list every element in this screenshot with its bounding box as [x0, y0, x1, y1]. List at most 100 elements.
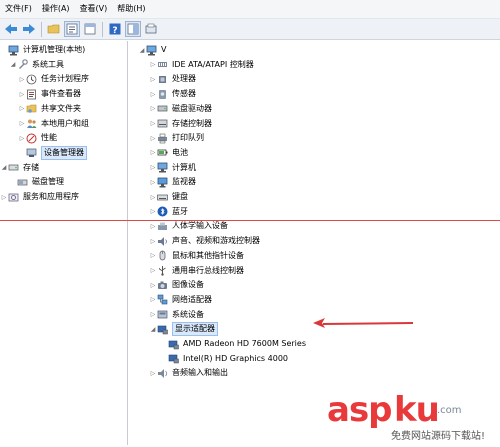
expand-arrow-icon[interactable]: ▷ [149, 208, 157, 215]
back-icon[interactable] [3, 21, 19, 37]
collapse-arrow-icon[interactable]: ◢ [138, 47, 146, 54]
device-tree-item[interactable]: ▷ 磁盘驱动器 [149, 102, 212, 116]
menu-file[interactable]: 文件(F) [0, 0, 37, 18]
device-tree-item[interactable]: ◢ 显示适配器 [149, 322, 218, 337]
menu-help[interactable]: 帮助(H) [112, 0, 150, 18]
panel-icon[interactable] [125, 21, 141, 37]
expand-arrow-icon[interactable]: ▷ [149, 296, 157, 303]
expand-arrow-icon[interactable]: ▷ [149, 238, 157, 245]
console-tree-item[interactable]: ◢ 系统工具 [9, 58, 64, 72]
device-tree-item[interactable]: ▷ 电池 [149, 146, 188, 160]
device-tree-item-label: 人体学输入设备 [172, 221, 228, 231]
expand-arrow-icon[interactable]: ▷ [0, 194, 8, 201]
sensor-icon [157, 89, 168, 100]
console-tree-item[interactable]: ▷ 服务和应用程序 [0, 190, 79, 204]
device-tree-item[interactable]: ◢ V [138, 43, 166, 57]
device-tree-item[interactable]: ▷ 存储控制器 [149, 117, 212, 131]
clock-icon [26, 74, 37, 85]
expand-arrow-icon[interactable]: ▷ [149, 223, 157, 230]
device-tree-item[interactable]: Intel(R) HD Graphics 4000 [160, 352, 288, 366]
collapse-arrow-icon[interactable]: ◢ [149, 326, 157, 333]
pane-icon[interactable] [82, 21, 98, 37]
hid-icon [157, 221, 168, 232]
device-tree-item[interactable]: ▷ 鼠标和其他指针设备 [149, 249, 244, 263]
expand-arrow-icon[interactable]: ▷ [149, 179, 157, 186]
device-tree-item[interactable]: ▷ 图像设备 [149, 278, 204, 292]
device-tree-item-label: Intel(R) HD Graphics 4000 [183, 353, 289, 363]
collapse-arrow-icon[interactable]: ◢ [9, 61, 17, 68]
ide-controller-icon [157, 59, 168, 70]
device-tree-item-label: 监视器 [172, 177, 196, 187]
device-tree-item[interactable]: ▷ 音频输入和输出 [149, 366, 228, 380]
expand-arrow-icon[interactable]: ▷ [18, 135, 26, 142]
expand-arrow-icon[interactable]: ▷ [18, 76, 26, 83]
console-tree-item[interactable]: ▷ 本地用户和组 [18, 117, 89, 131]
expand-arrow-icon[interactable]: ▷ [149, 105, 157, 112]
processor-icon [157, 74, 168, 85]
device-tree-item-label: 显示适配器 [172, 322, 218, 337]
expand-arrow-icon[interactable]: ▷ [18, 91, 26, 98]
device-tree-item-label: 传感器 [172, 89, 196, 99]
expand-arrow-icon[interactable]: ▷ [18, 120, 26, 127]
console-tree-item[interactable]: ▷ 任务计划程序 [18, 72, 89, 86]
device-tree-item[interactable]: ▷ 传感器 [149, 87, 196, 101]
expand-arrow-icon[interactable]: ▷ [149, 282, 157, 289]
collapse-arrow-icon[interactable]: ◢ [0, 164, 8, 171]
device-tree-item[interactable]: ▷ 监视器 [149, 175, 196, 189]
console-tree-item[interactable]: ▷ 共享文件夹 [18, 102, 81, 116]
expand-arrow-icon[interactable]: ▷ [149, 267, 157, 274]
expand-arrow-icon[interactable]: ▷ [149, 120, 157, 127]
forward-icon[interactable] [21, 21, 37, 37]
device-tree-item[interactable]: ▷ IDE ATA/ATAPI 控制器 [149, 58, 254, 72]
menu-view[interactable]: 查看(V) [75, 0, 113, 18]
expand-arrow-icon[interactable]: ▷ [149, 370, 157, 377]
display-adapter-icon [168, 339, 179, 350]
users-icon [26, 118, 37, 129]
expand-arrow-icon[interactable]: ▷ [149, 164, 157, 171]
console-tree-item[interactable]: ▷ 性能 [18, 131, 57, 145]
console-tree-item-label: 计算机管理(本地) [23, 45, 86, 54]
device-tree-item[interactable]: ▷ 处理器 [149, 72, 196, 86]
monitor-icon [157, 177, 168, 188]
console-tree-item[interactable]: ◢ 存储 [0, 161, 39, 175]
console-tree-item-label: 系统工具 [32, 59, 64, 69]
properties-icon[interactable] [64, 21, 80, 37]
device-tree-item[interactable]: ▷ 网络适配器 [149, 293, 212, 307]
help-icon[interactable]: ? [107, 21, 123, 37]
expand-arrow-icon[interactable]: ▷ [18, 105, 26, 112]
console-tree-item[interactable]: ▷ 事件查看器 [18, 87, 81, 101]
device-tree-item[interactable]: ▷ 系统设备 [149, 308, 204, 322]
device-tree-item[interactable]: ▷ 打印队列 [149, 131, 204, 145]
expand-arrow-icon[interactable]: ▷ [149, 61, 157, 68]
menu-action[interactable]: 操作(A) [37, 0, 75, 18]
device-tree-item[interactable]: ▷ 通用串行总线控制器 [149, 264, 244, 278]
expand-arrow-icon[interactable]: ▷ [149, 135, 157, 142]
svg-text:.com: .com [437, 405, 462, 416]
folder-icon[interactable] [46, 21, 62, 37]
scan-icon[interactable] [143, 21, 159, 37]
computer-icon [157, 162, 168, 173]
console-tree-item-label: 服务和应用程序 [23, 192, 79, 201]
expand-arrow-icon[interactable]: ▷ [149, 76, 157, 83]
expand-arrow-icon[interactable]: ▷ [149, 91, 157, 98]
device-tree-item-label: 通用串行总线控制器 [172, 265, 244, 275]
storage-controller-icon [157, 118, 168, 129]
console-tree-item[interactable]: 磁盘管理 [9, 175, 64, 189]
expand-arrow-icon[interactable]: ▷ [149, 311, 157, 318]
device-tree-item-label: AMD Radeon HD 7600M Series [183, 339, 306, 348]
device-tree-item-label: 磁盘驱动器 [172, 103, 212, 113]
console-tree-item[interactable]: 计算机管理(本地) [0, 43, 85, 57]
expand-arrow-icon[interactable]: ▷ [149, 194, 157, 201]
device-tree-item[interactable]: ▷ 人体学输入设备 [149, 219, 228, 233]
device-tree-item[interactable]: ▷ 键盘 [149, 190, 188, 204]
expand-arrow-icon[interactable]: ▷ [149, 252, 157, 259]
storage-icon [8, 162, 19, 173]
device-tree-item[interactable]: ▷ 蓝牙 [149, 205, 188, 219]
device-tree-item[interactable]: ▷ 声音、视频和游戏控制器 [149, 234, 260, 248]
device-tree-item-label: 计算机 [172, 162, 196, 172]
device-tree-item[interactable]: ▷ 计算机 [149, 161, 196, 175]
console-tree-item[interactable]: 设备管理器 [18, 145, 87, 160]
device-tree-item[interactable]: AMD Radeon HD 7600M Series [160, 337, 306, 351]
expand-arrow-icon[interactable]: ▷ [149, 149, 157, 156]
console-tree[interactable]: 计算机管理(本地) ◢ 系统工具 ▷ 任务计划程序 ▷ 事件查看器 ▷ 共享文件夹 ▷ 本地用户和组… [0, 41, 128, 445]
